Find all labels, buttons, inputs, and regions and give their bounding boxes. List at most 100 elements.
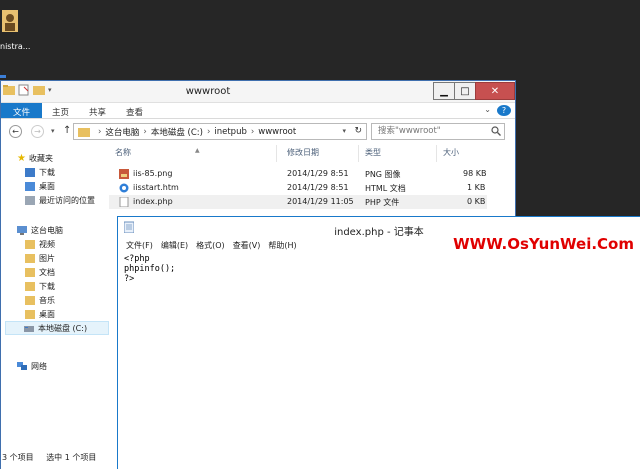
- help-icon[interactable]: ?: [497, 105, 511, 116]
- documents-folder-icon: [25, 267, 35, 277]
- nav-favorites[interactable]: ★ 收藏夹: [17, 151, 53, 165]
- nav-pc-desktop[interactable]: 桌面: [25, 307, 55, 321]
- nav-fav-desktop[interactable]: 桌面: [25, 179, 55, 193]
- window-title: wwwroot: [185, 86, 231, 97]
- ribbon-expand-icon[interactable]: ⌄: [484, 105, 491, 118]
- file-type: PHP 文件: [365, 198, 400, 207]
- nav-label: 音乐: [39, 295, 55, 305]
- breadcrumb-drive[interactable]: 本地磁盘 (C:): [151, 126, 203, 138]
- menu-view[interactable]: 查看(V): [233, 240, 261, 251]
- close-button[interactable]: ✕: [475, 82, 515, 100]
- file-name: iisstart.htm: [133, 183, 179, 192]
- nav-label: 文档: [39, 267, 55, 277]
- nav-fav-recent[interactable]: 最近访问的位置: [25, 193, 95, 207]
- menu-edit[interactable]: 编辑(E): [161, 240, 188, 251]
- nav-label: 网络: [31, 361, 47, 371]
- file-type: PNG 图像: [365, 170, 401, 179]
- address-dropdown-icon[interactable]: ▾: [342, 127, 346, 135]
- forward-button[interactable]: →: [31, 125, 44, 138]
- tab-file[interactable]: 文件: [1, 103, 43, 118]
- videos-folder-icon: [25, 239, 35, 249]
- file-row[interactable]: iis-85.png 2014/1/29 8:51 PNG 图像 98 KB: [109, 167, 487, 181]
- breadcrumb-separator: ›: [250, 126, 255, 137]
- tab-view[interactable]: 查看: [116, 103, 153, 118]
- up-button[interactable]: ↑: [63, 125, 71, 136]
- nav-label: 下载: [39, 281, 55, 291]
- nav-pc-drive-c[interactable]: 本地磁盘 (C:): [5, 321, 109, 335]
- explorer-titlebar[interactable]: ▾ wwwroot ▁ □ ✕: [1, 81, 515, 103]
- nav-label: 这台电脑: [31, 225, 63, 235]
- column-header-size[interactable]: 大小: [437, 145, 489, 162]
- status-bar: 3 个项目 选中 1 个项目: [1, 448, 121, 469]
- nav-fav-downloads[interactable]: 下载: [25, 165, 55, 179]
- notepad-window: index.php - 记事本 WWW.OsYunWei.Com 文件(F) 编…: [117, 216, 640, 469]
- file-date: 2014/1/29 8:51: [287, 183, 349, 192]
- download-folder-icon: [25, 281, 35, 291]
- network-icon: [17, 361, 27, 370]
- nav-label: 桌面: [39, 309, 55, 319]
- column-header-name[interactable]: 名称 ▲: [109, 145, 277, 162]
- notepad-titlebar[interactable]: index.php - 记事本: [118, 217, 640, 238]
- minimize-button[interactable]: ▁: [433, 82, 455, 100]
- png-file-icon: [119, 169, 129, 179]
- breadcrumb-separator: ›: [206, 126, 211, 137]
- back-button[interactable]: ←: [9, 125, 22, 138]
- menu-help[interactable]: 帮助(H): [268, 240, 296, 251]
- maximize-button[interactable]: □: [454, 82, 476, 100]
- column-header-type[interactable]: 类型: [359, 145, 437, 162]
- computer-icon: [17, 225, 27, 235]
- nav-label: 收藏夹: [28, 153, 53, 163]
- recent-locations-icon[interactable]: ▾: [51, 127, 55, 135]
- nav-pc-pictures[interactable]: 图片: [25, 251, 55, 265]
- refresh-icon[interactable]: ↻: [354, 126, 362, 136]
- nav-pc-videos[interactable]: 视频: [25, 237, 55, 251]
- file-name: index.php: [133, 197, 173, 206]
- html-file-icon: [119, 183, 129, 193]
- pictures-folder-icon: [25, 253, 35, 263]
- column-header-date[interactable]: 修改日期: [281, 145, 359, 162]
- status-selected-count: 选中 1 个项目: [46, 453, 97, 462]
- window-controls: ▁ □ ✕: [433, 81, 515, 101]
- breadcrumb-wwwroot[interactable]: wwwroot: [258, 127, 296, 137]
- navigation-pane: ★ 收藏夹 下载 桌面 最近访问的位置 这台电脑 视频 图片 文档 下载 音乐 …: [1, 145, 109, 450]
- breadcrumb-separator: ›: [143, 126, 147, 137]
- search-input[interactable]: 搜索"wwwroot": [371, 123, 505, 140]
- nav-label: 桌面: [39, 181, 55, 191]
- file-date: 2014/1/29 8:51: [287, 169, 349, 178]
- star-icon: ★: [17, 152, 26, 164]
- file-row[interactable]: iisstart.htm 2014/1/29 8:51 HTML 文档 1 KB: [109, 181, 487, 195]
- desktop-icon: [25, 181, 35, 191]
- nav-label: 最近访问的位置: [39, 195, 95, 205]
- tab-share[interactable]: 共享: [79, 103, 116, 118]
- desktop-user-icon[interactable]: nistra...: [0, 4, 34, 52]
- notepad-menubar: 文件(F) 编辑(E) 格式(O) 查看(V) 帮助(H): [118, 238, 640, 252]
- menu-file[interactable]: 文件(F): [126, 240, 153, 251]
- desktop-folder-icon: [25, 309, 35, 319]
- search-icon[interactable]: [491, 126, 501, 136]
- nav-pc-downloads[interactable]: 下载: [25, 279, 55, 293]
- address-bar[interactable]: › 这台电脑 › 本地磁盘 (C:) › inetpub › wwwroot ▾…: [73, 123, 367, 140]
- file-row-selected[interactable]: index.php 2014/1/29 11:05 PHP 文件 0 KB: [109, 195, 487, 209]
- music-folder-icon: [25, 295, 35, 305]
- tab-home[interactable]: 主页: [42, 103, 79, 118]
- nav-network[interactable]: 网络: [17, 359, 47, 373]
- file-size: 1 KB: [467, 183, 486, 192]
- notepad-text-area[interactable]: <?php phpinfo(); ?>: [124, 254, 175, 284]
- php-file-icon: [119, 197, 129, 207]
- nav-this-pc[interactable]: 这台电脑: [17, 223, 63, 237]
- breadcrumb-inetpub[interactable]: inetpub: [214, 127, 247, 137]
- address-row: ← → ▾ ↑ › 这台电脑 › 本地磁盘 (C:) › inetpub › w…: [1, 119, 515, 145]
- file-type: HTML 文档: [365, 184, 406, 193]
- menu-format[interactable]: 格式(O): [196, 240, 225, 251]
- drive-icon: [24, 325, 34, 332]
- status-item-count: 3 个项目: [2, 453, 34, 462]
- file-date: 2014/1/29 11:05: [287, 197, 354, 206]
- file-size: 0 KB: [467, 197, 486, 206]
- nav-pc-documents[interactable]: 文档: [25, 265, 55, 279]
- nav-label: 图片: [39, 253, 55, 263]
- nav-pc-music[interactable]: 音乐: [25, 293, 55, 307]
- breadcrumb-separator: ›: [98, 126, 102, 137]
- breadcrumb-this-pc[interactable]: 这台电脑: [105, 126, 139, 138]
- ribbon-tabs: 文件 主页 共享 查看 ⌄ ?: [1, 103, 515, 119]
- recent-places-icon: [25, 195, 35, 205]
